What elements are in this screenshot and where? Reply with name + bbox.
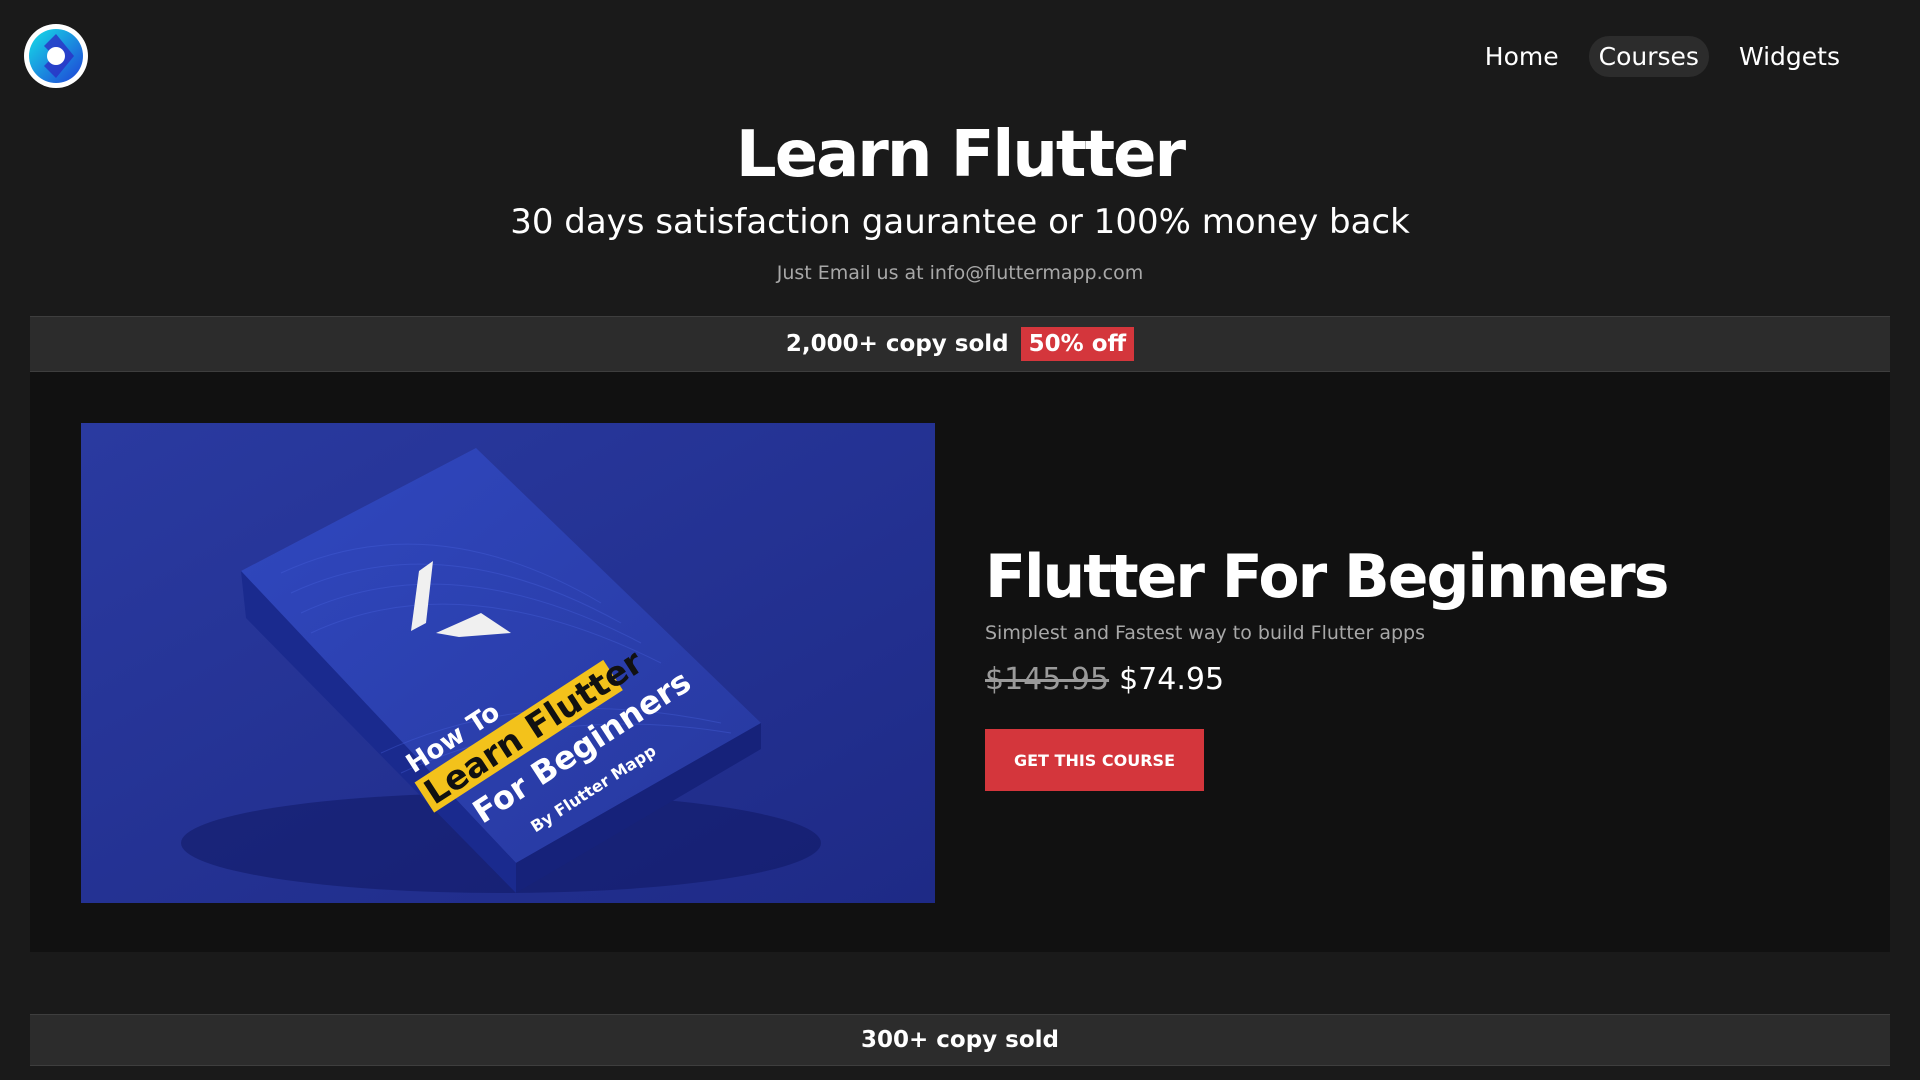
price-row: $145.95 $74.95 bbox=[985, 662, 1224, 697]
nav-courses[interactable]: Courses bbox=[1588, 36, 1709, 77]
book-cover-illustration: How To Learn Flutter For Beginners By Fl… bbox=[81, 423, 935, 903]
guarantee-text: 30 days satisfaction gaurantee or 100% m… bbox=[510, 202, 1410, 242]
site-logo[interactable] bbox=[24, 24, 88, 88]
get-course-button[interactable]: GET THIS COURSE bbox=[985, 729, 1204, 791]
course-title: Flutter For Beginners bbox=[985, 542, 1669, 612]
sale-price: $74.95 bbox=[1119, 662, 1225, 697]
nav-widgets[interactable]: Widgets bbox=[1729, 36, 1850, 77]
sales-stripe: 2,000+ copy sold 50% off bbox=[30, 316, 1890, 372]
sold-count-2: 300+ copy sold bbox=[860, 1027, 1060, 1053]
discount-badge: 50% off bbox=[1020, 327, 1135, 361]
main-nav: Home Courses Widgets bbox=[1475, 36, 1850, 77]
course-cover-image[interactable]: How To Learn Flutter For Beginners By Fl… bbox=[81, 423, 935, 903]
page-title: Learn Flutter bbox=[735, 118, 1186, 192]
sold-count: 2,000+ copy sold bbox=[785, 331, 1009, 357]
original-price: $145.95 bbox=[985, 662, 1110, 697]
logo-icon bbox=[29, 29, 83, 83]
sales-stripe-2: 300+ copy sold bbox=[30, 1014, 1890, 1066]
contact-note: Just Email us at info@fluttermapp.com bbox=[776, 262, 1144, 284]
course-card: How To Learn Flutter For Beginners By Fl… bbox=[30, 372, 1890, 952]
course-description: Simplest and Fastest way to build Flutte… bbox=[985, 622, 1425, 644]
nav-home[interactable]: Home bbox=[1475, 36, 1569, 77]
